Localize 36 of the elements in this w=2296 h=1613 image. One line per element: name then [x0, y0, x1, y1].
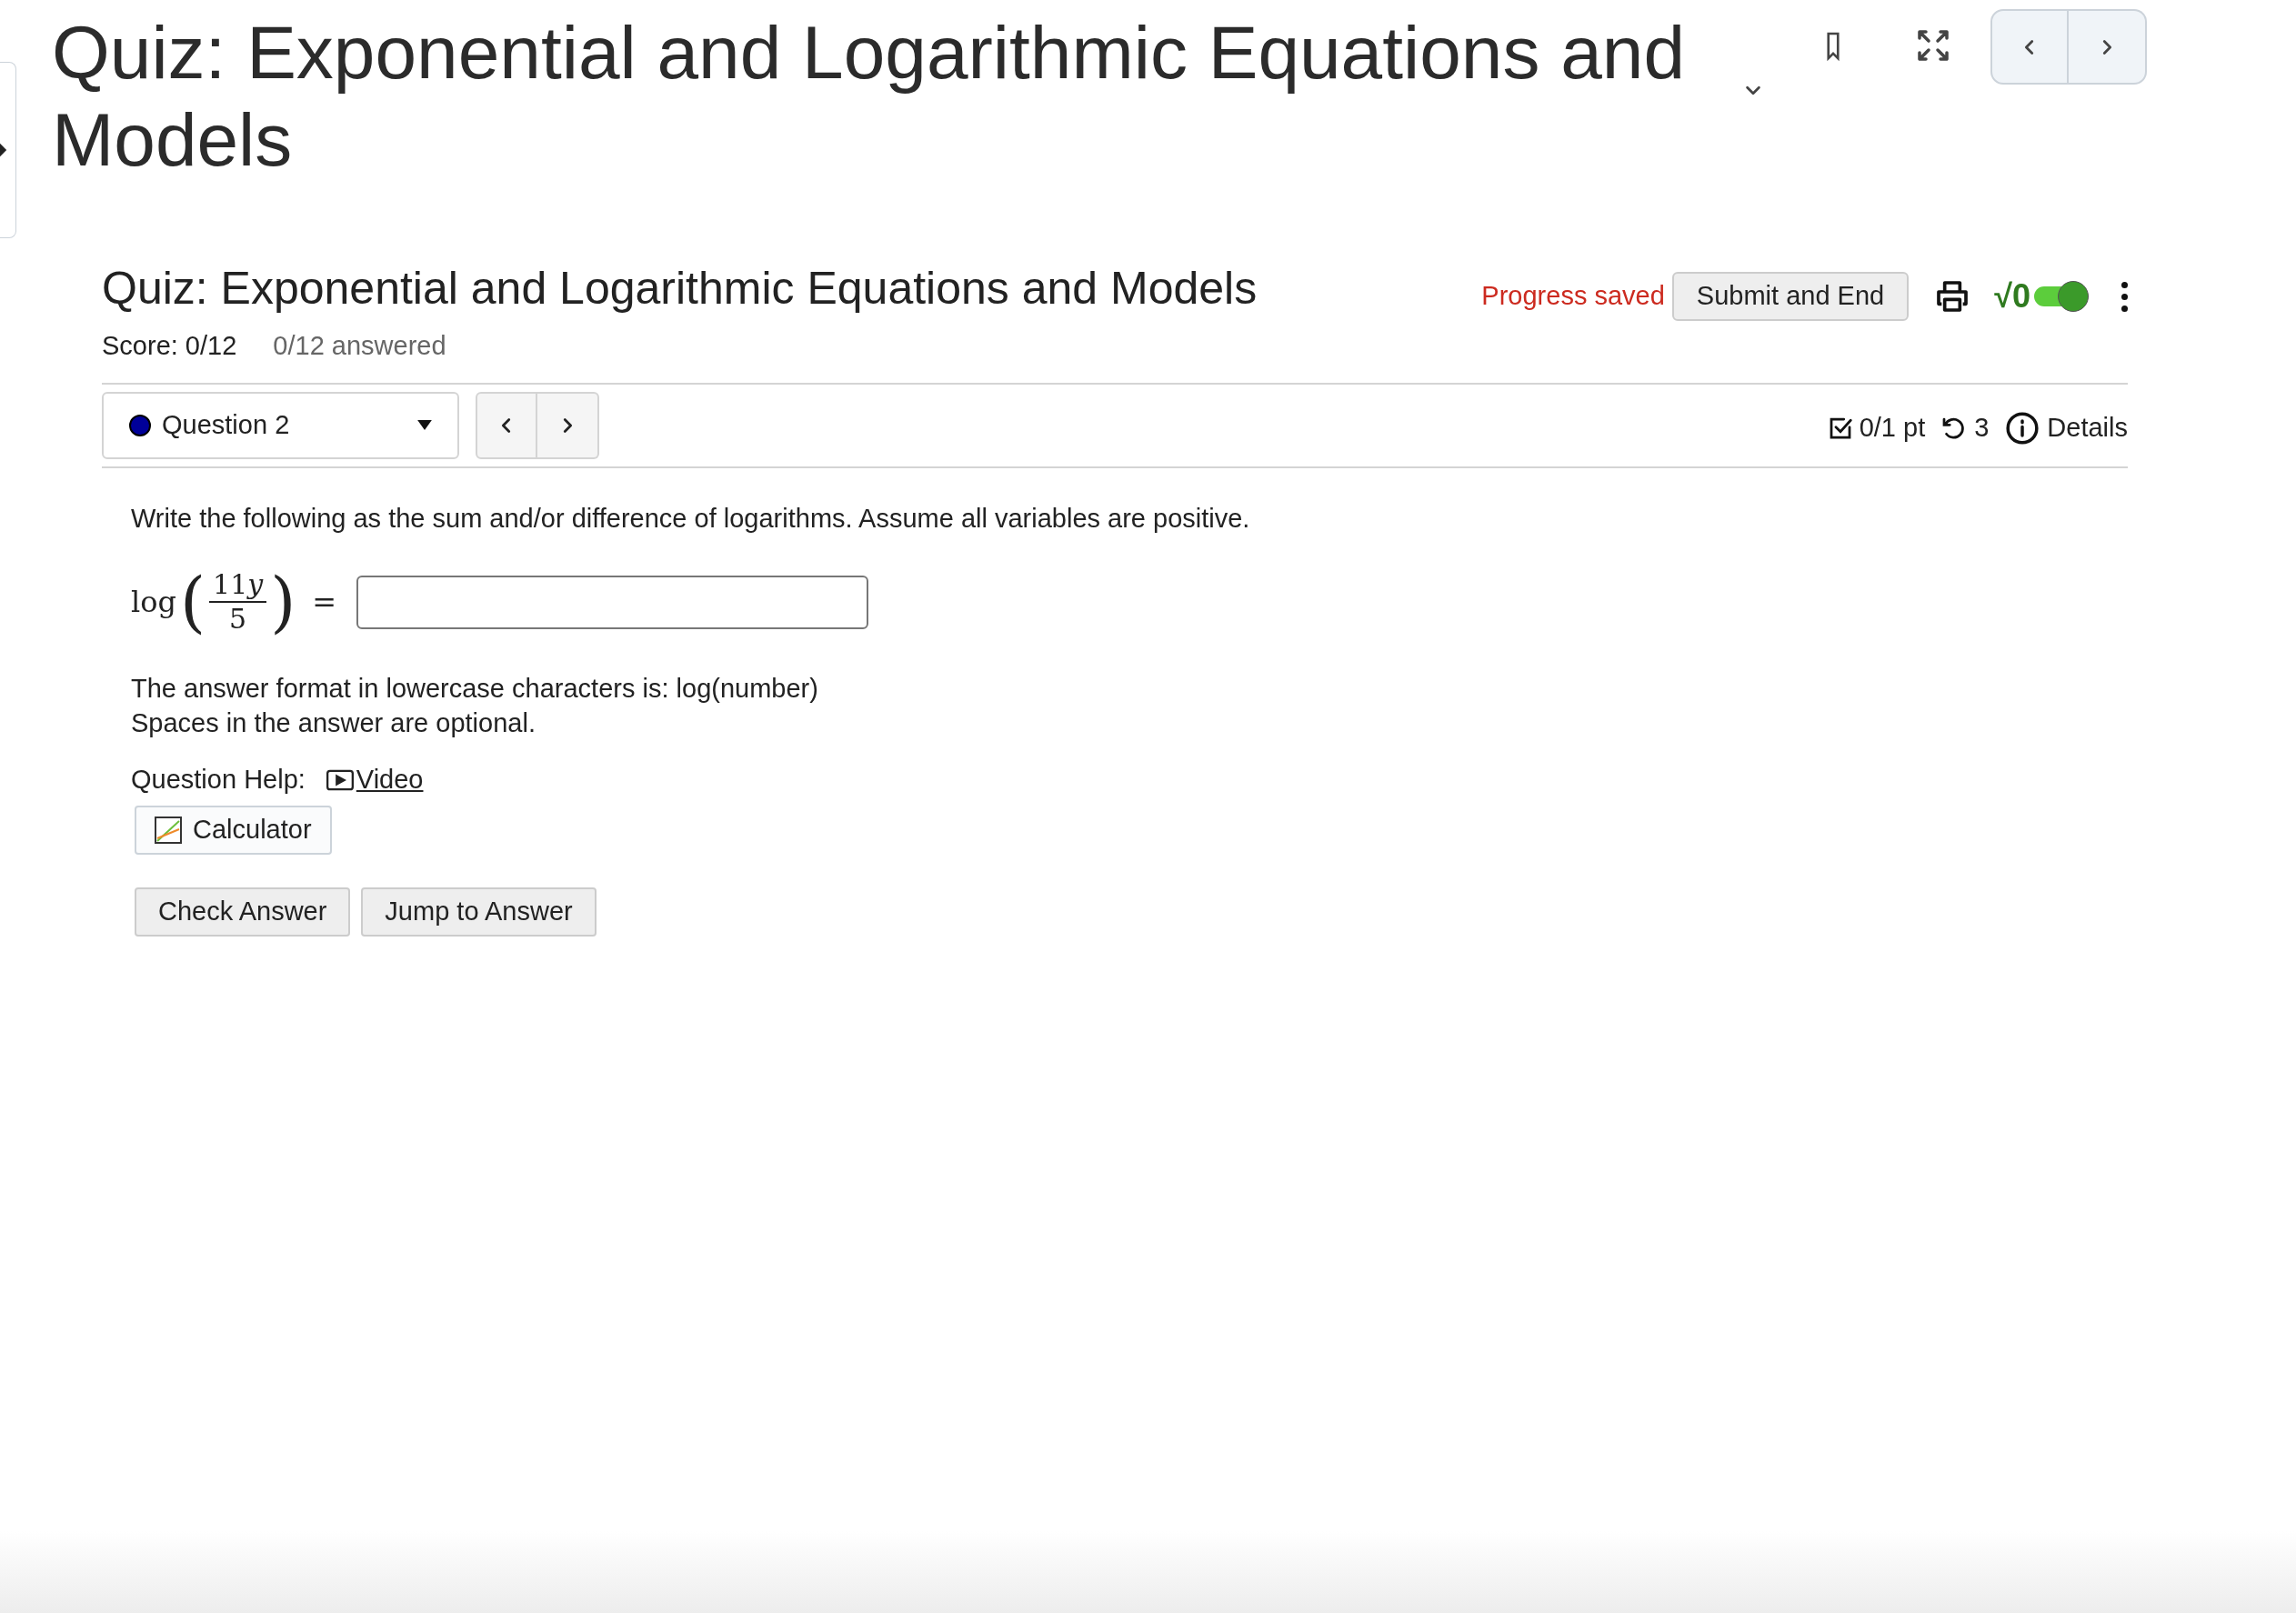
- question-select[interactable]: Question 2: [102, 391, 459, 459]
- expand-icon: [1917, 29, 1950, 62]
- details-button[interactable]: Details: [2005, 407, 2128, 448]
- attempts-count: 3: [1974, 411, 1990, 444]
- calculator-button[interactable]: Calculator: [135, 805, 332, 855]
- caret-down-icon: [417, 420, 432, 430]
- jump-to-answer-button[interactable]: Jump to Answer: [361, 887, 597, 937]
- sidebar-toggle[interactable]: [0, 62, 16, 238]
- video-icon: [325, 768, 355, 791]
- fullscreen-button[interactable]: [1917, 29, 1950, 62]
- equals-sign: =: [312, 584, 337, 621]
- points-text: 0/1 pt: [1859, 411, 1926, 444]
- format-note: The answer format in lowercase characters is: log(number): [131, 673, 819, 705]
- progress-status: Progress saved: [1481, 280, 1665, 313]
- video-link[interactable]: Video: [325, 760, 424, 800]
- spaces-note: Spaces in the answer are optional.: [131, 707, 536, 739]
- bookmark-icon: [1827, 31, 1840, 62]
- page-title: Quiz: Exponential and Logarithmic Equations and Models: [52, 10, 1687, 183]
- numerator: 11y: [209, 568, 267, 603]
- more-button[interactable]: [2121, 281, 2128, 312]
- quiz-title: Quiz: Exponential and Logarithmic Equations and Models: [102, 262, 1258, 316]
- answer-field[interactable]: [356, 575, 869, 629]
- graph-icon: [155, 816, 182, 844]
- left-parenthesis: (: [180, 566, 206, 638]
- help-label: Question Help:: [131, 764, 306, 796]
- caret-right-icon: [0, 143, 8, 157]
- check-answer-button[interactable]: Check Answer: [135, 887, 351, 937]
- submit-button[interactable]: Submit and End: [1671, 272, 1910, 321]
- right-parenthesis: ): [270, 566, 296, 638]
- denominator: 5: [229, 603, 247, 636]
- log-function: log: [131, 584, 176, 621]
- score-text: Score: 0/12: [102, 330, 237, 362]
- info-icon: [2005, 410, 2040, 446]
- bookmark-button[interactable]: [1827, 31, 1840, 62]
- answered-count: 0/12 answered: [273, 330, 446, 362]
- question-prompt: Write the following as the sum and/or difference of logarithms. Assume all variables are positive.: [131, 502, 1251, 535]
